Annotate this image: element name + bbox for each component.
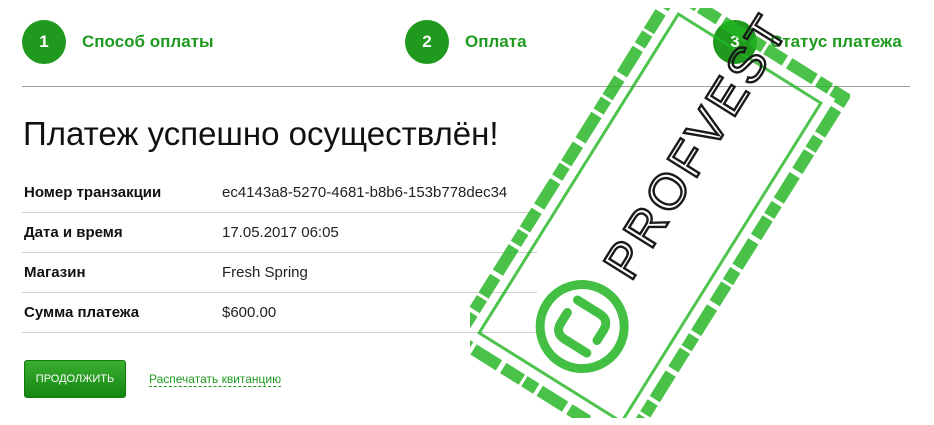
step-label: Оплата [465, 32, 527, 51]
page-title: Платеж успешно осуществлён! [23, 115, 499, 152]
details-row-shop: Магазин Fresh Spring [22, 253, 537, 293]
continue-button[interactable]: Продолжить [24, 360, 126, 398]
payment-details-table: Номер транзакции ec4143a8-5270-4681-b8b6… [22, 173, 537, 333]
row-label: Дата и время [24, 224, 123, 241]
step-number: 3 [713, 20, 757, 64]
row-value: $600.00 [222, 304, 277, 321]
row-value: ec4143a8-5270-4681-b8b6-153b778dec34 [222, 184, 508, 201]
row-value: 17.05.2017 06:05 [222, 224, 339, 241]
details-row-transaction-id: Номер транзакции ec4143a8-5270-4681-b8b6… [22, 173, 537, 213]
row-label: Магазин [24, 264, 86, 281]
profvest-logo-icon [535, 280, 629, 374]
step-payment: 2 Оплата [405, 20, 527, 64]
steps-divider [22, 86, 910, 87]
details-row-amount: Сумма платежа $600.00 [22, 293, 537, 333]
print-receipt-link[interactable]: Распечатать квитанцию [149, 372, 282, 387]
checkout-steps: 1 Способ оплаты 2 Оплата 3 Статус платеж… [0, 0, 934, 86]
row-label: Номер транзакции [24, 184, 162, 201]
step-number: 1 [22, 20, 66, 64]
details-row-datetime: Дата и время 17.05.2017 06:05 [22, 213, 537, 253]
step-label: Статус платежа [770, 32, 902, 51]
step-number: 2 [405, 20, 449, 64]
step-label: Способ оплаты [82, 32, 214, 51]
step-payment-method: 1 Способ оплаты [22, 20, 214, 64]
row-label: Сумма платежа [24, 304, 140, 321]
row-value: Fresh Spring [222, 264, 308, 281]
step-payment-status: 3 Статус платежа [713, 20, 902, 64]
